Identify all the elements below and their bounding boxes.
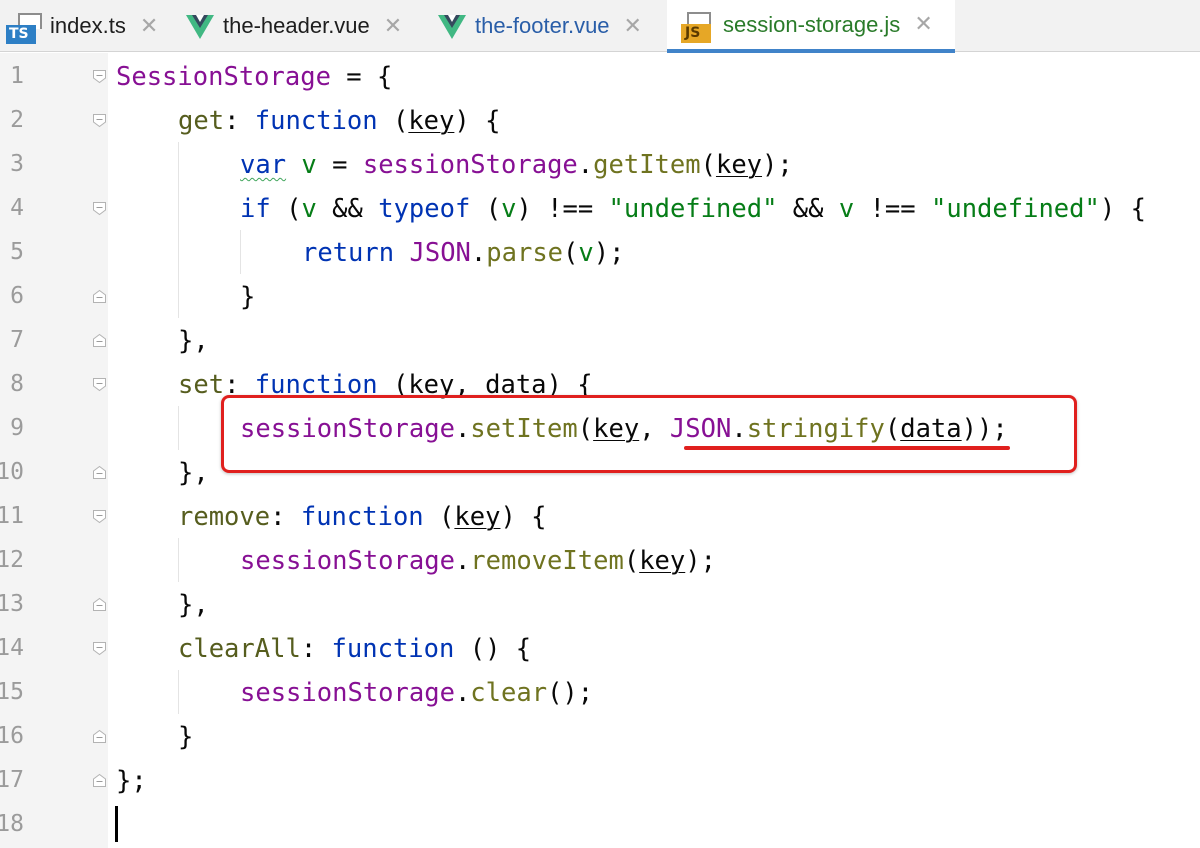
tab-label: index.ts <box>50 13 126 38</box>
code-line-14: clearAll: function () { <box>178 634 532 664</box>
line-number: 3 <box>10 151 24 177</box>
line-number: 4 <box>10 195 24 221</box>
annotation-underline <box>684 446 1010 450</box>
fold-end-icon[interactable] <box>92 333 107 348</box>
tab-the-footer-vue[interactable]: the-footer.vue ✕ <box>437 0 667 52</box>
indent-guide <box>178 142 179 318</box>
code-line-11: remove: function (key) { <box>178 502 547 532</box>
tab-label: the-footer.vue <box>475 13 610 38</box>
annotation-highlight-box <box>221 395 1077 473</box>
editor-tab-bar: TS index.ts ✕ the-header.vue ✕ the-foote… <box>0 0 1200 53</box>
line-number: 13 <box>0 591 24 617</box>
code-line-16: } <box>178 722 194 752</box>
close-tab-icon[interactable]: ✕ <box>140 14 158 39</box>
fold-end-icon[interactable] <box>92 729 107 744</box>
line-number: 17 <box>0 767 24 793</box>
fold-end-icon[interactable] <box>92 289 107 304</box>
javascript-file-icon: JS <box>679 8 715 43</box>
code-line-17: }; <box>116 766 147 796</box>
tab-session-storage-js[interactable]: JS session-storage.js ✕ <box>667 0 955 53</box>
line-number: 14 <box>0 635 24 661</box>
close-tab-icon[interactable]: ✕ <box>624 14 642 39</box>
code-line-13: }, <box>178 590 209 620</box>
fold-end-icon[interactable] <box>92 773 107 788</box>
code-line-4: if (v && typeof (v) !== "undefined" && v… <box>240 194 1146 224</box>
line-number: 1 <box>10 63 24 89</box>
line-number: 2 <box>10 107 24 133</box>
text-caret <box>115 806 118 842</box>
tab-index-ts[interactable]: TS index.ts ✕ <box>0 0 166 52</box>
fold-collapse-icon[interactable] <box>92 69 107 84</box>
fold-end-icon[interactable] <box>92 465 107 480</box>
line-number: 6 <box>10 283 24 309</box>
code-line-1: SessionStorage = { <box>116 62 393 92</box>
line-number: 7 <box>10 327 24 353</box>
code-line-5: return JSON.parse(v); <box>302 238 625 268</box>
fold-collapse-icon[interactable] <box>92 509 107 524</box>
tab-label: session-storage.js <box>723 11 901 37</box>
fold-collapse-icon[interactable] <box>92 201 107 216</box>
line-number: 15 <box>0 679 24 705</box>
typescript-file-icon: TS <box>6 9 42 44</box>
indent-guide <box>178 670 179 714</box>
code-line-3: var v = sessionStorage.getItem(key); <box>240 150 793 180</box>
line-number: 18 <box>0 811 24 837</box>
fold-end-icon[interactable] <box>92 597 107 612</box>
vue-file-icon <box>186 15 214 39</box>
line-number: 10 <box>0 459 24 485</box>
indent-guide <box>178 406 179 450</box>
tab-the-header-vue[interactable]: the-header.vue ✕ <box>185 0 425 52</box>
code-line-12: sessionStorage.removeItem(key); <box>240 546 716 576</box>
fold-collapse-icon[interactable] <box>92 113 107 128</box>
line-number: 16 <box>0 723 24 749</box>
code-line-2: get: function (key) { <box>178 106 501 136</box>
line-number: 8 <box>10 371 24 397</box>
code-line-6: } <box>240 282 256 312</box>
code-line-7: }, <box>178 326 209 356</box>
close-tab-icon[interactable]: ✕ <box>914 12 932 37</box>
code-line-10: }, <box>178 458 209 488</box>
line-number: 9 <box>10 415 24 441</box>
indent-guide <box>240 230 241 274</box>
line-number: 12 <box>0 547 24 573</box>
fold-collapse-icon[interactable] <box>92 377 107 392</box>
close-tab-icon[interactable]: ✕ <box>384 14 402 39</box>
code-line-15: sessionStorage.clear(); <box>240 678 594 708</box>
indent-guide <box>178 538 179 582</box>
fold-collapse-icon[interactable] <box>92 641 107 656</box>
vue-file-icon <box>438 15 466 39</box>
line-number: 11 <box>0 503 24 529</box>
tab-label: the-header.vue <box>223 13 370 38</box>
line-number: 5 <box>10 239 24 265</box>
